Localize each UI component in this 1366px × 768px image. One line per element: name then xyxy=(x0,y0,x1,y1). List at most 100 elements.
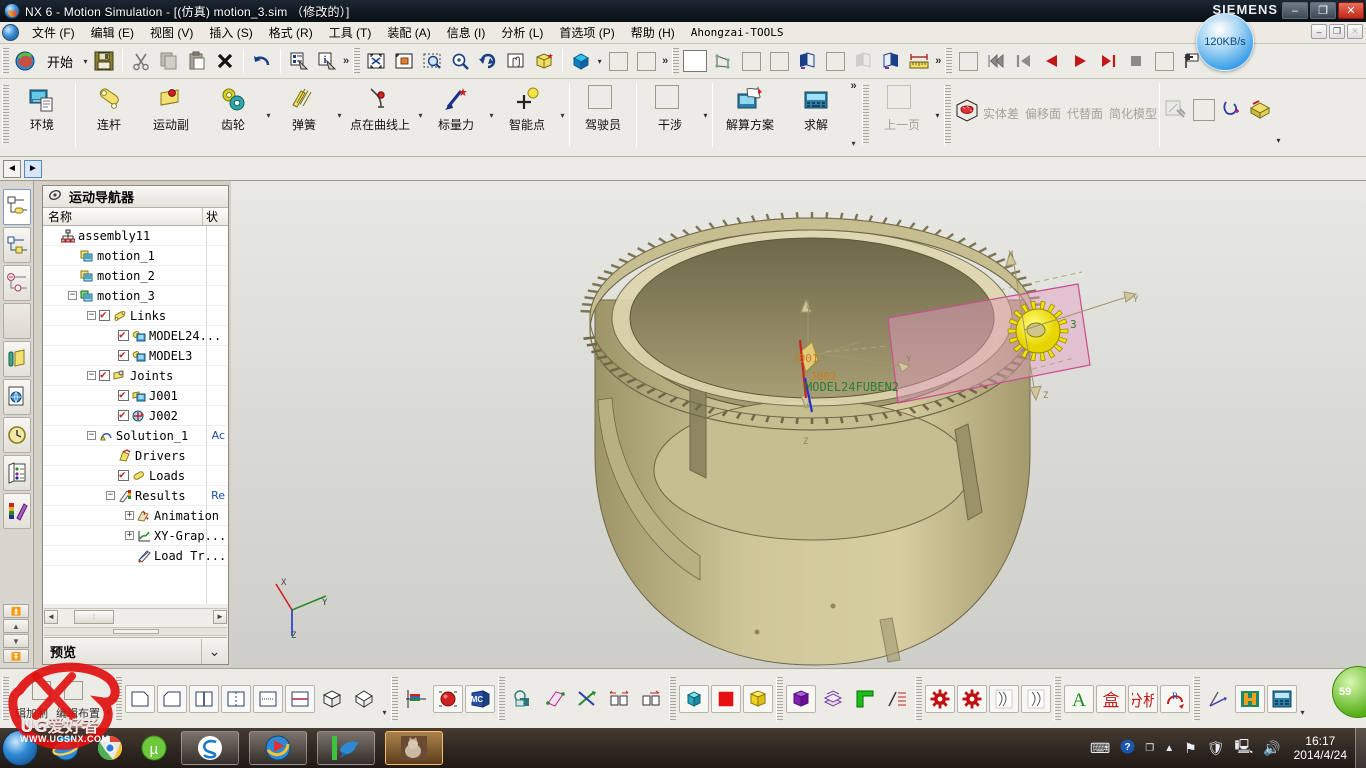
measure-tool-button[interactable] xyxy=(1162,97,1190,123)
view-style-empty2-button[interactable] xyxy=(632,48,660,74)
analysis-char-button[interactable]: 分析 xyxy=(1128,684,1158,713)
start-menu-button[interactable]: 开始 xyxy=(39,50,81,73)
anim-next-frame-button[interactable] xyxy=(1094,48,1122,74)
keyboard-icon[interactable]: ⌨ xyxy=(1090,740,1110,757)
anim-stop-button[interactable] xyxy=(1122,48,1150,74)
tree-collapse-icon[interactable]: − xyxy=(87,431,96,440)
anim-first-frame-button[interactable] xyxy=(982,48,1010,74)
resbar-constraint-navigator[interactable] xyxy=(3,265,31,301)
toolbar-grip[interactable] xyxy=(945,48,953,74)
resbar-assembly-navigator[interactable] xyxy=(3,189,31,225)
taskbar-chrome-icon[interactable] xyxy=(93,731,127,765)
red-gear2-button[interactable] xyxy=(957,684,987,713)
spring-caret-icon[interactable]: ▾ xyxy=(335,79,344,151)
nx-start-orb-icon[interactable] xyxy=(11,48,39,74)
flag-icon[interactable]: ⚑ xyxy=(1184,740,1197,757)
resbar-system-materials[interactable] xyxy=(3,493,31,529)
scroll-left-button[interactable]: ◄ xyxy=(44,609,58,624)
view-split-horizontal-button[interactable] xyxy=(285,684,315,713)
sync-label-solid-subtract[interactable]: 实体差 xyxy=(983,105,1019,122)
menu-file[interactable]: 文件 (F) xyxy=(24,22,83,43)
copy-button[interactable] xyxy=(155,48,183,74)
toolbar-grip[interactable] xyxy=(2,85,9,145)
toolbar-grip[interactable] xyxy=(2,48,9,74)
scroll-right-button[interactable]: ► xyxy=(213,609,227,624)
resbar-part-navigator[interactable] xyxy=(3,227,31,263)
tree-row-motion_3[interactable]: − motion_3 xyxy=(43,286,228,306)
taskbar-utorrent-icon[interactable]: µ xyxy=(137,731,171,765)
tree-row-checkbox[interactable] xyxy=(99,368,110,381)
edit-arrangement2-button[interactable] xyxy=(59,677,89,705)
mirror2-button[interactable] xyxy=(877,48,905,74)
mdi-minimize-button[interactable]: – xyxy=(1311,24,1327,39)
tree-collapse-icon[interactable]: − xyxy=(87,311,96,320)
toolbar-grip[interactable] xyxy=(915,676,922,721)
tree-collapse-icon[interactable]: − xyxy=(68,291,77,300)
menu-edit[interactable]: 编辑 (E) xyxy=(83,22,142,43)
menu-format[interactable]: 格式 (R) xyxy=(261,22,321,43)
show-desktop-button[interactable] xyxy=(1355,728,1366,768)
tree-row-checkbox[interactable] xyxy=(99,308,110,321)
nav-right-button[interactable]: ► xyxy=(24,159,42,178)
wcs-datum-button[interactable] xyxy=(709,48,737,74)
motion-sync-model-button[interactable] xyxy=(953,97,981,123)
panel-splitter[interactable] xyxy=(44,627,227,636)
view-group-more-icon[interactable]: ▾ xyxy=(380,677,389,721)
tree-collapse-icon[interactable]: − xyxy=(106,491,115,500)
tree-row-drivers[interactable]: Drivers xyxy=(43,446,228,466)
sphere-display-button[interactable] xyxy=(433,684,463,713)
bottom-right-more-icon[interactable]: ▾ xyxy=(1298,677,1307,721)
box-char-button[interactable]: 盒 xyxy=(1096,684,1126,713)
point-on-curve-caret-icon[interactable]: ▾ xyxy=(416,79,425,151)
toolbar-grip[interactable] xyxy=(669,676,676,721)
view-orientation-caret-icon[interactable]: ▾ xyxy=(595,48,604,74)
tree-row-model24[interactable]: MODEL24... xyxy=(43,326,228,346)
anim-previous-frame-button[interactable] xyxy=(1010,48,1038,74)
toolbar-grip[interactable] xyxy=(391,676,398,721)
empty-tool3-button[interactable] xyxy=(821,48,849,74)
preview-section[interactable]: 预览 ⌄ xyxy=(44,637,227,664)
volume-icon[interactable]: 🔊 xyxy=(1263,740,1280,757)
fit-selection-button[interactable] xyxy=(390,48,418,74)
yellow-cube-button[interactable] xyxy=(743,684,773,713)
mirror-disabled-button[interactable] xyxy=(849,48,877,74)
layer-color-swatch-button[interactable] xyxy=(681,48,709,74)
anim-play-button[interactable] xyxy=(1066,48,1094,74)
resbar-blank-panel[interactable] xyxy=(3,303,31,339)
offset-right-button[interactable] xyxy=(636,685,666,713)
nav-left-button[interactable]: ◄ xyxy=(3,159,21,178)
overflow-icon[interactable]: ❐ xyxy=(1145,743,1154,754)
resbar-scroll-down-button[interactable]: ▼ xyxy=(3,634,29,648)
undo-button[interactable] xyxy=(248,48,276,74)
toolbar-grip[interactable] xyxy=(944,85,951,145)
offset-left-button[interactable] xyxy=(604,685,634,713)
tree-row-motion_2[interactable]: motion_2 xyxy=(43,266,228,286)
motion-smart-point-button[interactable]: 智能点 xyxy=(496,79,558,151)
green-corner-button[interactable] xyxy=(850,685,880,713)
view-split-dashed-button[interactable] xyxy=(221,684,251,713)
clamp-button[interactable] xyxy=(1235,684,1265,713)
view-orientation-button[interactable] xyxy=(567,48,595,74)
toolbar-grip[interactable] xyxy=(776,676,783,721)
start-orb-icon[interactable] xyxy=(2,730,38,766)
resbar-web-browser[interactable] xyxy=(3,379,31,415)
red-square-button[interactable] xyxy=(711,684,741,713)
motion-environment-button[interactable]: 环境 xyxy=(11,79,73,151)
shaded-style-button[interactable] xyxy=(530,48,558,74)
tree-row-joints[interactable]: − Joints xyxy=(43,366,228,386)
resbar-scroll-up-button[interactable]: ▲ xyxy=(3,619,29,633)
taskbar-sogou-window[interactable] xyxy=(181,731,239,765)
empty-sync-button[interactable] xyxy=(1190,97,1218,123)
mdi-close-button[interactable]: ✕ xyxy=(1347,24,1363,39)
mc-display-button[interactable]: MC xyxy=(465,684,495,713)
view-trim-corner-button[interactable] xyxy=(125,684,155,713)
stack-layers-button[interactable] xyxy=(818,685,848,713)
toolbar-grip[interactable] xyxy=(498,676,505,721)
rotate-button[interactable] xyxy=(474,48,502,74)
window-restore-button[interactable]: ❐ xyxy=(1310,2,1336,19)
tree-row-model3[interactable]: MODEL3 xyxy=(43,346,228,366)
help-icon[interactable]: ? xyxy=(1120,739,1135,757)
arrow-up-icon[interactable]: ▲ xyxy=(1164,743,1174,754)
menu-tools[interactable]: 工具 (T) xyxy=(321,22,380,43)
view-trimetric-button[interactable] xyxy=(349,685,379,713)
